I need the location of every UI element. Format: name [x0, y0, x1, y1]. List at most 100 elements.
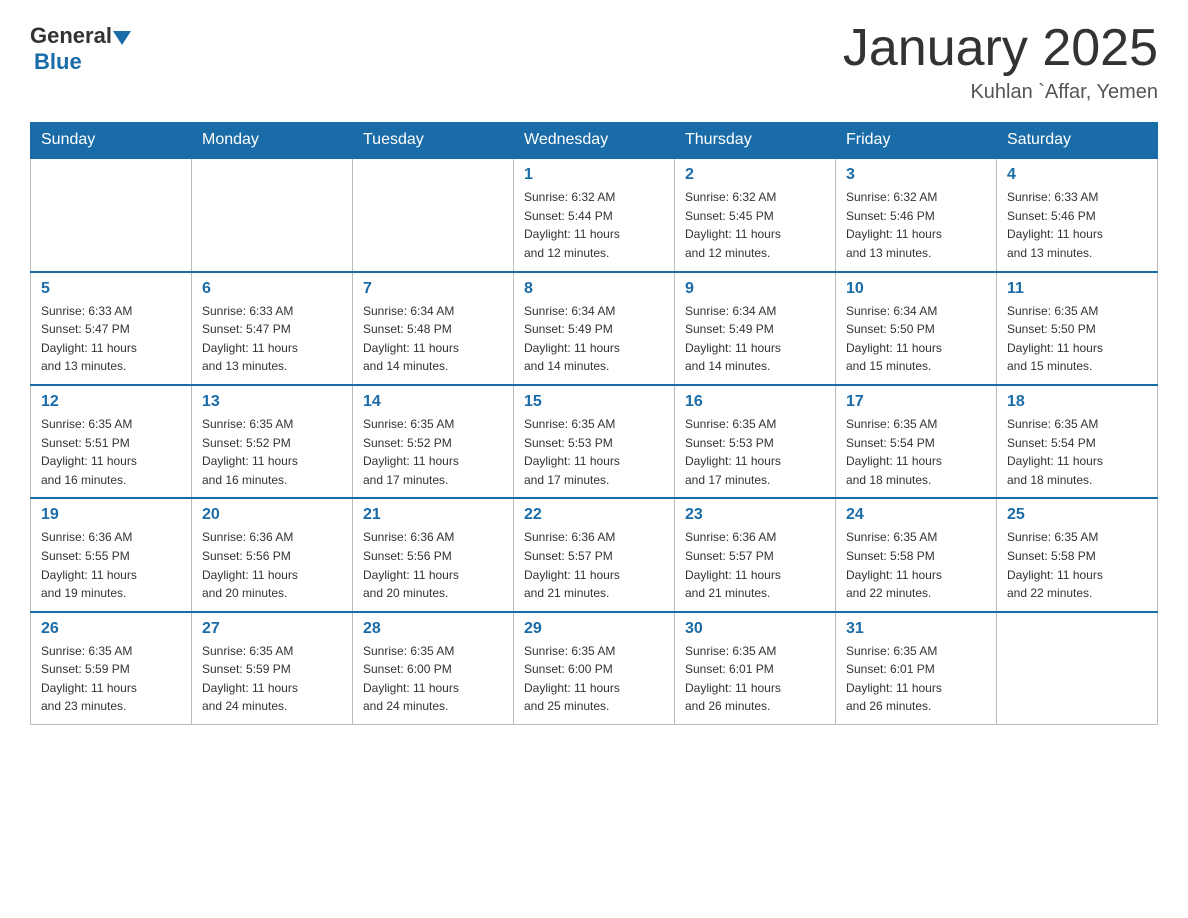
calendar-cell: 9 Sunrise: 6:34 AM Sunset: 5:49 PM Daylig…: [675, 272, 836, 385]
calendar-cell: 14 Sunrise: 6:35 AM Sunset: 5:52 PM Dayli…: [353, 385, 514, 498]
calendar-table: SundayMondayTuesdayWednesdayThursdayFrid…: [30, 122, 1158, 725]
day-info: Sunrise: 6:35 AM Sunset: 5:53 PM Dayligh…: [524, 415, 664, 489]
calendar-cell: 28 Sunrise: 6:35 AM Sunset: 6:00 PM Dayli…: [353, 612, 514, 725]
day-number: 29: [524, 620, 664, 638]
logo: General Blue: [30, 20, 132, 75]
calendar-cell: 4 Sunrise: 6:33 AM Sunset: 5:46 PM Daylig…: [997, 158, 1158, 271]
day-number: 18: [1007, 393, 1147, 411]
day-info: Sunrise: 6:35 AM Sunset: 5:50 PM Dayligh…: [1007, 302, 1147, 376]
calendar-cell: 29 Sunrise: 6:35 AM Sunset: 6:00 PM Dayli…: [514, 612, 675, 725]
day-number: 22: [524, 506, 664, 524]
calendar-header-wednesday: Wednesday: [514, 123, 675, 159]
calendar-cell: 26Sunrise: 6:35 AM Sunset: 5:59 PM Dayli…: [31, 612, 192, 725]
day-number: 15: [524, 393, 664, 411]
calendar-cell: 6Sunrise: 6:33 AM Sunset: 5:47 PM Daylig…: [192, 272, 353, 385]
calendar-cell: 5 Sunrise: 6:33 AM Sunset: 5:47 PM Daylig…: [31, 272, 192, 385]
day-info: Sunrise: 6:35 AM Sunset: 5:51 PM Dayligh…: [41, 415, 181, 489]
calendar-cell: 3 Sunrise: 6:32 AM Sunset: 5:46 PM Daylig…: [836, 158, 997, 271]
calendar-cell: 2 Sunrise: 6:32 AM Sunset: 5:45 PM Daylig…: [675, 158, 836, 271]
day-info: Sunrise: 6:36 AM Sunset: 5:56 PM Dayligh…: [363, 528, 503, 602]
day-number: 5: [41, 280, 181, 298]
calendar-header-sunday: Sunday: [31, 123, 192, 159]
day-info: Sunrise: 6:32 AM Sunset: 5:45 PM Dayligh…: [685, 188, 825, 262]
day-number: 26: [41, 620, 181, 638]
day-number: 10: [846, 280, 986, 298]
day-info: Sunrise: 6:34 AM Sunset: 5:49 PM Dayligh…: [685, 302, 825, 376]
calendar-cell: [353, 158, 514, 271]
calendar-cell: 1Sunrise: 6:32 AM Sunset: 5:44 PM Daylig…: [514, 158, 675, 271]
calendar-cell: 12 Sunrise: 6:35 AM Sunset: 5:51 PM Dayli…: [31, 385, 192, 498]
day-number: 3: [846, 166, 986, 184]
day-info: Sunrise: 6:36 AM Sunset: 5:55 PM Dayligh…: [41, 528, 181, 602]
day-number: 2: [685, 166, 825, 184]
calendar-week-row: 12 Sunrise: 6:35 AM Sunset: 5:51 PM Dayli…: [31, 385, 1158, 498]
calendar-header-tuesday: Tuesday: [353, 123, 514, 159]
calendar-week-row: 1Sunrise: 6:32 AM Sunset: 5:44 PM Daylig…: [31, 158, 1158, 271]
day-number: 4: [1007, 166, 1147, 184]
day-info: Sunrise: 6:33 AM Sunset: 5:47 PM Dayligh…: [41, 302, 181, 376]
day-info: Sunrise: 6:35 AM Sunset: 5:52 PM Dayligh…: [202, 415, 342, 489]
calendar-cell: 7 Sunrise: 6:34 AM Sunset: 5:48 PM Daylig…: [353, 272, 514, 385]
day-number: 8: [524, 280, 664, 298]
day-number: 20: [202, 506, 342, 524]
calendar-week-row: 26Sunrise: 6:35 AM Sunset: 5:59 PM Dayli…: [31, 612, 1158, 725]
day-number: 12: [41, 393, 181, 411]
day-info: Sunrise: 6:35 AM Sunset: 5:54 PM Dayligh…: [1007, 415, 1147, 489]
calendar-cell: 11 Sunrise: 6:35 AM Sunset: 5:50 PM Dayli…: [997, 272, 1158, 385]
calendar-header-monday: Monday: [192, 123, 353, 159]
calendar-cell: 25 Sunrise: 6:35 AM Sunset: 5:58 PM Dayli…: [997, 498, 1158, 611]
day-number: 16: [685, 393, 825, 411]
title-block: January 2025 Kuhlan `Affar, Yemen: [843, 20, 1158, 104]
day-number: 31: [846, 620, 986, 638]
calendar-cell: 10Sunrise: 6:34 AM Sunset: 5:50 PM Dayli…: [836, 272, 997, 385]
day-info: Sunrise: 6:35 AM Sunset: 5:58 PM Dayligh…: [846, 528, 986, 602]
calendar-week-row: 19 Sunrise: 6:36 AM Sunset: 5:55 PM Dayli…: [31, 498, 1158, 611]
day-number: 6: [202, 280, 342, 298]
day-info: Sunrise: 6:34 AM Sunset: 5:48 PM Dayligh…: [363, 302, 503, 376]
calendar-header-thursday: Thursday: [675, 123, 836, 159]
day-info: Sunrise: 6:34 AM Sunset: 5:49 PM Dayligh…: [524, 302, 664, 376]
page-header: General Blue January 2025 Kuhlan `Affar,…: [30, 20, 1158, 104]
day-info: Sunrise: 6:36 AM Sunset: 5:56 PM Dayligh…: [202, 528, 342, 602]
day-number: 13: [202, 393, 342, 411]
day-number: 9: [685, 280, 825, 298]
day-number: 14: [363, 393, 503, 411]
day-number: 27: [202, 620, 342, 638]
calendar-cell: 23Sunrise: 6:36 AM Sunset: 5:57 PM Dayli…: [675, 498, 836, 611]
calendar-cell: 30Sunrise: 6:35 AM Sunset: 6:01 PM Dayli…: [675, 612, 836, 725]
calendar-header-saturday: Saturday: [997, 123, 1158, 159]
day-number: 19: [41, 506, 181, 524]
day-number: 17: [846, 393, 986, 411]
calendar-cell: 18 Sunrise: 6:35 AM Sunset: 5:54 PM Dayli…: [997, 385, 1158, 498]
day-info: Sunrise: 6:35 AM Sunset: 6:00 PM Dayligh…: [524, 642, 664, 716]
day-info: Sunrise: 6:35 AM Sunset: 5:54 PM Dayligh…: [846, 415, 986, 489]
calendar-cell: 21 Sunrise: 6:36 AM Sunset: 5:56 PM Dayli…: [353, 498, 514, 611]
calendar-cell: 15 Sunrise: 6:35 AM Sunset: 5:53 PM Dayli…: [514, 385, 675, 498]
day-info: Sunrise: 6:32 AM Sunset: 5:46 PM Dayligh…: [846, 188, 986, 262]
day-number: 25: [1007, 506, 1147, 524]
day-info: Sunrise: 6:35 AM Sunset: 6:01 PM Dayligh…: [685, 642, 825, 716]
day-number: 21: [363, 506, 503, 524]
day-number: 11: [1007, 280, 1147, 298]
day-info: Sunrise: 6:35 AM Sunset: 6:01 PM Dayligh…: [846, 642, 986, 716]
month-title: January 2025: [843, 20, 1158, 77]
day-number: 28: [363, 620, 503, 638]
calendar-cell: 24Sunrise: 6:35 AM Sunset: 5:58 PM Dayli…: [836, 498, 997, 611]
calendar-week-row: 5 Sunrise: 6:33 AM Sunset: 5:47 PM Daylig…: [31, 272, 1158, 385]
location-subtitle: Kuhlan `Affar, Yemen: [843, 81, 1158, 104]
calendar-cell: 8 Sunrise: 6:34 AM Sunset: 5:49 PM Daylig…: [514, 272, 675, 385]
calendar-cell: 13 Sunrise: 6:35 AM Sunset: 5:52 PM Dayli…: [192, 385, 353, 498]
calendar-header-row: SundayMondayTuesdayWednesdayThursdayFrid…: [31, 123, 1158, 159]
day-info: Sunrise: 6:35 AM Sunset: 6:00 PM Dayligh…: [363, 642, 503, 716]
day-info: Sunrise: 6:33 AM Sunset: 5:46 PM Dayligh…: [1007, 188, 1147, 262]
calendar-header-friday: Friday: [836, 123, 997, 159]
calendar-cell: 20 Sunrise: 6:36 AM Sunset: 5:56 PM Dayli…: [192, 498, 353, 611]
day-info: Sunrise: 6:35 AM Sunset: 5:52 PM Dayligh…: [363, 415, 503, 489]
day-info: Sunrise: 6:32 AM Sunset: 5:44 PM Dayligh…: [524, 188, 664, 262]
day-number: 7: [363, 280, 503, 298]
calendar-cell: 27Sunrise: 6:35 AM Sunset: 5:59 PM Dayli…: [192, 612, 353, 725]
calendar-cell: 19 Sunrise: 6:36 AM Sunset: 5:55 PM Dayli…: [31, 498, 192, 611]
day-info: Sunrise: 6:35 AM Sunset: 5:58 PM Dayligh…: [1007, 528, 1147, 602]
day-info: Sunrise: 6:36 AM Sunset: 5:57 PM Dayligh…: [685, 528, 825, 602]
calendar-cell: [192, 158, 353, 271]
